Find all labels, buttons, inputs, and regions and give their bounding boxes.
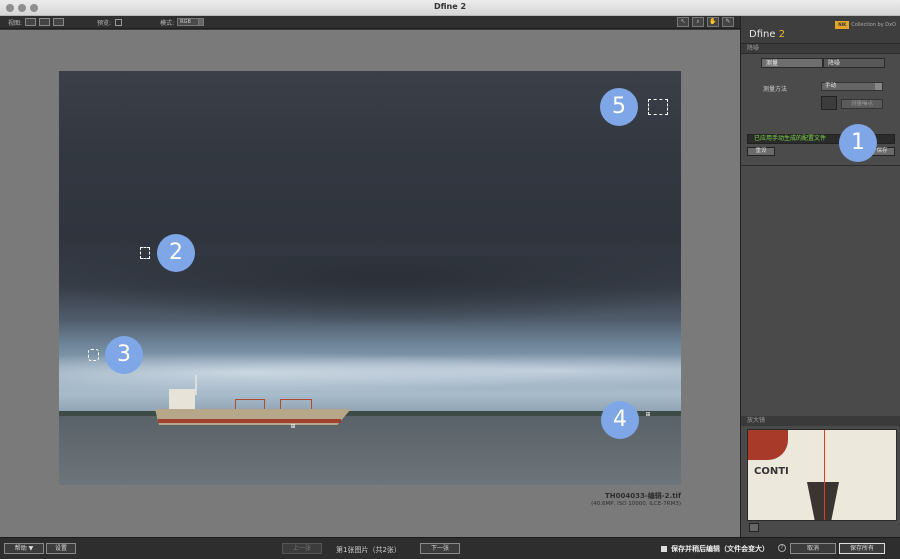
app-name: Dfine 2 (749, 29, 786, 40)
denoise-tabs: 测量 降噪 (761, 58, 885, 68)
preview-checkbox[interactable] (115, 18, 123, 26)
view-label: 视图: (8, 19, 23, 27)
next-image-button[interactable]: 下一张 (420, 543, 460, 554)
measure-noise-button[interactable]: 测量噪点 (841, 99, 883, 109)
measure-region-5[interactable] (648, 99, 668, 115)
add-measure-point-button[interactable] (821, 96, 837, 110)
window-title: Dfine 2 (433, 2, 467, 11)
measure-region-3[interactable] (88, 349, 99, 361)
settings-button[interactable]: 设置 (46, 543, 76, 554)
image-canvas[interactable]: ⊞ ⊞ 5 2 3 4 TH004033-编辑-2.tif (40.6MP, I… (0, 30, 740, 537)
zoom-tool-icon[interactable]: ⌕ (692, 17, 704, 27)
info-icon[interactable]: ? (778, 544, 786, 552)
method-label: 测量方法 (763, 86, 788, 93)
loupe-section[interactable]: 放大镜 (741, 416, 900, 426)
top-toolbar: 视图: 预览: 模式: RGB ↖ ⌕ ✋ ✎ (0, 16, 740, 29)
panel-header: Dfine 2 NIK Collection by DxO (741, 16, 900, 44)
right-panel: Dfine 2 NIK Collection by DxO 降噪 测量 降噪 测… (740, 16, 900, 537)
loupe-preview[interactable]: CONTI (747, 429, 897, 521)
mode-select[interactable]: RGB (177, 18, 205, 26)
ship (155, 375, 355, 430)
loupe-pin-button[interactable] (749, 523, 759, 532)
tool-icons: ↖ ⌕ ✋ ✎ (677, 17, 734, 27)
bottom-bar: 帮助 ▼ 设置 上一张 第1张图片（共2张） 下一张 保存并稍后编辑（文件会变大… (0, 537, 900, 559)
preview-label: 预览: (97, 19, 112, 27)
page-indicator: 第1张图片（共2张） (336, 546, 401, 554)
eyedropper-tool-icon[interactable]: ✎ (722, 17, 734, 27)
section-denoise[interactable]: 降噪 (741, 44, 900, 54)
save-edit-label: 保存并稍后编辑（文件会变大） (671, 545, 769, 553)
marker-3: 3 (105, 336, 143, 374)
file-name: TH004033-编辑-2.tif (605, 492, 681, 500)
method-select[interactable]: 手动 (821, 82, 883, 91)
cloud-shade (59, 256, 681, 326)
save-all-button[interactable]: 保存所有 (839, 543, 885, 554)
tab-measure[interactable]: 测量 (761, 58, 823, 68)
chevron-down-icon (875, 83, 882, 90)
measure-region-2[interactable] (140, 247, 150, 259)
brand: NIK Collection by DxO (835, 21, 896, 29)
marker-5: 5 (600, 88, 638, 126)
marker-2: 2 (157, 234, 195, 272)
cloud-highlight (59, 346, 681, 391)
hand-tool-icon[interactable]: ✋ (707, 17, 719, 27)
brand-text: Collection by DxO (851, 22, 896, 28)
save-edit-checkbox[interactable] (661, 546, 667, 552)
water (59, 416, 681, 485)
view-single-button[interactable] (25, 18, 37, 26)
loupe-crosshair (824, 430, 825, 520)
nik-logo-icon: NIK (835, 21, 850, 29)
loupe-text: CONTI (754, 466, 789, 477)
denoise-panel: 测量 降噪 测量方法 手动 测量噪点 已应用手动生成的配置文件 重设 保存 1 (741, 54, 900, 166)
prev-image-button[interactable]: 上一张 (282, 543, 322, 554)
chevron-down-icon (198, 18, 205, 26)
file-info: TH004033-编辑-2.tif (40.6MP, ISO 10000, IL… (591, 491, 681, 507)
file-meta: (40.6MP, ISO 10000, ILCE-7RM3) (591, 501, 681, 507)
photo-preview[interactable]: ⊞ ⊞ 5 2 3 4 (59, 71, 681, 485)
reset-button[interactable]: 重设 (747, 147, 775, 156)
mode-label: 模式: (160, 19, 175, 27)
view-split-button[interactable] (39, 18, 51, 26)
marker-4: 4 (601, 401, 639, 439)
control-point-4[interactable]: ⊞ (645, 412, 651, 418)
cancel-button[interactable]: 取消 (790, 543, 836, 554)
tab-reduce[interactable]: 降噪 (823, 58, 885, 68)
help-button[interactable]: 帮助 ▼ (4, 543, 44, 554)
control-point-ship[interactable]: ⊞ (290, 424, 296, 430)
view-side-by-side-button[interactable] (53, 18, 65, 26)
marker-1: 1 (839, 124, 877, 162)
window-titlebar: Dfine 2 (0, 0, 900, 16)
pointer-tool-icon[interactable]: ↖ (677, 17, 689, 27)
